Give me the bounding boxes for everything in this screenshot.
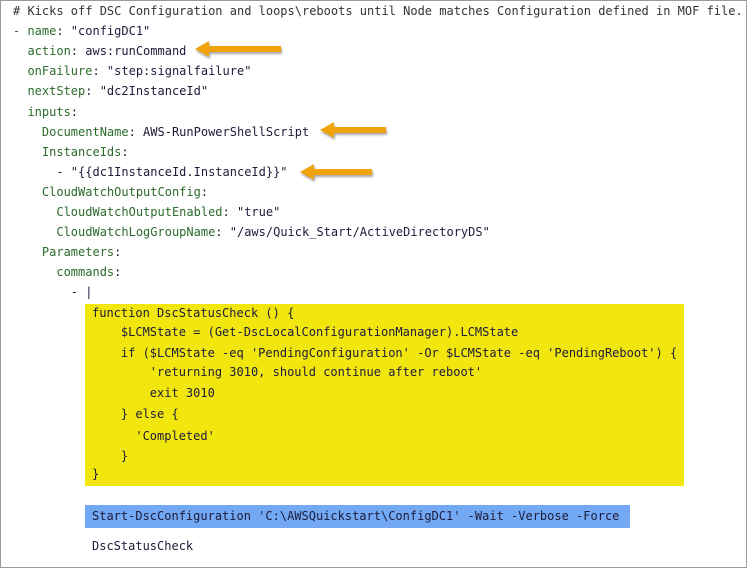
yaml-value: : [70, 104, 79, 119]
yaml-value: - | [13, 285, 93, 300]
arrow-left-icon [195, 41, 281, 57]
script-line: function DscStatusCheck () { [92, 306, 295, 320]
script-line: if ($LCMState -eq 'PendingConfiguration'… [92, 346, 678, 360]
yaml-value: : aws:runCommand [70, 44, 187, 59]
yaml-key: - name [13, 24, 57, 39]
yaml-value: : [114, 265, 122, 280]
yaml-value: : [121, 144, 129, 159]
yaml-line: commands: [13, 262, 121, 282]
script-line: } [92, 467, 100, 481]
yaml-line: CloudWatchLogGroupName: "/aws/Quick_Star… [13, 222, 490, 242]
yaml-line: - name: "configDC1" [13, 21, 150, 41]
yaml-key: onFailure [13, 64, 93, 79]
yaml-line: nextStep: "dc2InstanceId" [13, 81, 208, 101]
yaml-key: nextStep [13, 84, 86, 99]
script-line: } else { [92, 407, 179, 421]
yaml-key: CloudWatchOutputEnabled [13, 205, 223, 219]
comment-line: # Kicks off DSC Configuration and loops\… [13, 1, 743, 21]
yaml-line: CloudWatchOutputConfig: [13, 182, 208, 202]
script-line: exit 3010 [92, 386, 215, 400]
script-line: $LCMState = (Get-DscLocalConfigurationMa… [92, 325, 519, 339]
yaml-line: onFailure: "step:signalfailure" [13, 61, 251, 81]
yaml-key: commands [13, 265, 115, 280]
yaml-line: inputs: [13, 102, 78, 122]
code-snippet: # Kicks off DSC Configuration and loops\… [0, 0, 747, 568]
yaml-key: Parameters [13, 245, 115, 260]
yaml-key: CloudWatchOutputConfig [13, 184, 201, 199]
dsc-status-check-call: DscStatusCheck [92, 539, 194, 553]
yaml-line: Parameters: [13, 242, 122, 262]
yaml-line: DocumentName: AWS-RunPowerShellScript [13, 122, 309, 142]
yaml-line: action: aws:runCommand [13, 41, 186, 61]
script-line: 'Completed' [92, 429, 215, 443]
yaml-value: : AWS-RunPowerShellScript [128, 124, 310, 139]
yaml-line: InstanceIds: [13, 142, 129, 162]
script-line: } [92, 449, 129, 463]
yaml-value: : [200, 184, 209, 199]
yaml-line: CloudWatchOutputEnabled: "true" [13, 202, 280, 222]
yaml-key: CloudWatchLogGroupName [13, 225, 216, 240]
yaml-value: : "true" [222, 205, 281, 219]
yaml-value: : "step:signalfailure" [92, 64, 252, 79]
arrow-left-icon [300, 164, 372, 180]
yaml-key: InstanceIds [13, 144, 122, 159]
yaml-value: : "configDC1" [56, 24, 151, 39]
script-line: 'returning 3010, should continue after r… [92, 365, 483, 379]
yaml-value: # Kicks off DSC Configuration and loops\… [13, 4, 743, 18]
yaml-key: action [13, 44, 71, 59]
yaml-value: : [114, 245, 122, 260]
start-dsc-command: Start-DscConfiguration 'C:\AWSQuickstart… [92, 509, 620, 523]
yaml-key: DocumentName [13, 124, 129, 139]
yaml-line: - "{{dc1InstanceId.InstanceId}}" [13, 162, 288, 182]
yaml-value: : "dc2InstanceId" [85, 84, 209, 99]
yaml-key: inputs [13, 104, 71, 119]
yaml-value: : "/aws/Quick_Start/ActiveDirectoryDS" [215, 225, 490, 240]
arrow-left-icon [320, 122, 386, 138]
yaml-line: - | [13, 282, 93, 302]
yaml-value: - "{{dc1InstanceId.InstanceId}}" [13, 164, 288, 179]
